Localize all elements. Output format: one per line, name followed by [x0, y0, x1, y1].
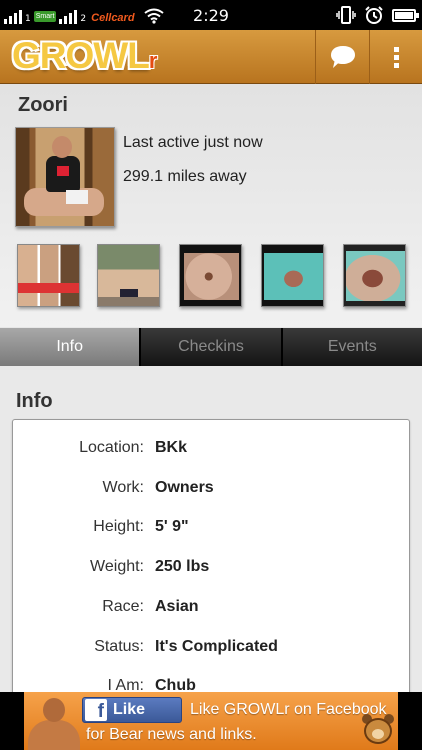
profile-avatar[interactable] — [15, 127, 115, 227]
app-bar: GROWLr — [0, 30, 422, 84]
like-label: Like — [113, 701, 146, 718]
photo-thumbnail[interactable] — [97, 244, 160, 307]
info-label: Status: — [94, 638, 144, 655]
alarm-icon — [365, 6, 383, 24]
ad-subline: for Bear news and links. — [86, 726, 257, 743]
vibrate-icon — [336, 6, 356, 24]
info-row-weight: Weight: 250 lbs — [13, 558, 411, 582]
tab-checkins[interactable]: Checkins — [141, 328, 283, 366]
growlr-logo: GROWLr — [12, 35, 158, 77]
logo-suffix: r — [148, 48, 158, 73]
overflow-menu-button[interactable] — [369, 30, 422, 84]
info-row-status: Status: It's Complicated — [13, 638, 411, 662]
info-label: Race: — [102, 598, 144, 615]
status-right — [336, 5, 419, 25]
photo-gallery — [17, 244, 409, 308]
overflow-menu-icon — [394, 46, 399, 68]
info-label: Work: — [102, 479, 144, 496]
photo-thumbnail[interactable] — [17, 244, 80, 307]
tab-info[interactable]: Info — [0, 328, 142, 366]
info-section: Info Location: BKk Work: Owners Height: … — [0, 366, 422, 709]
ad-mascot-photo — [26, 694, 82, 750]
facebook-ad-banner[interactable]: f Like Like GROWLr on Facebook for Bear … — [0, 692, 422, 750]
facebook-icon: f — [85, 699, 107, 721]
photo-thumbnail[interactable] — [343, 244, 406, 307]
ad-headline: Like GROWLr on Facebook — [190, 701, 387, 718]
info-value: It's Complicated — [155, 638, 278, 655]
ad-content[interactable]: f Like Like GROWLr on Facebook for Bear … — [24, 692, 398, 750]
chat-bubble-icon — [330, 46, 355, 68]
battery-fill — [395, 11, 413, 19]
tab-events[interactable]: Events — [282, 328, 422, 366]
info-card: Location: BKk Work: Owners Height: 5' 9"… — [12, 419, 410, 709]
distance-text: 299.1 miles away — [123, 168, 247, 185]
profile-name: Zoori — [18, 94, 68, 116]
info-value: 5' 9" — [155, 518, 189, 535]
info-label: Location: — [79, 439, 144, 456]
last-active-text: Last active just now — [123, 134, 263, 151]
status-bar: 1 Smart 2 Cellcard 2:29 — [0, 0, 422, 30]
battery-icon — [392, 8, 419, 22]
info-row-location: Location: BKk — [13, 439, 411, 463]
info-label: Height: — [93, 518, 144, 535]
facebook-like-button[interactable]: f Like — [82, 697, 182, 723]
profile-header: Zoori Last active just now 299.1 miles a… — [0, 84, 422, 327]
bear-icon — [362, 714, 394, 744]
logo-main: GROWL — [12, 35, 150, 76]
info-value: 250 lbs — [155, 558, 210, 575]
info-row-work: Work: Owners — [13, 479, 411, 503]
chat-button[interactable] — [315, 30, 369, 84]
info-value: Asian — [155, 598, 199, 615]
info-value: Owners — [155, 479, 214, 496]
info-label: Weight: — [90, 558, 144, 575]
info-value: BKk — [155, 439, 188, 456]
profile-tabs: Info Checkins Events — [0, 328, 422, 366]
photo-thumbnail[interactable] — [261, 244, 324, 307]
info-heading: Info — [16, 390, 53, 412]
info-row-height: Height: 5' 9" — [13, 518, 411, 542]
photo-thumbnail[interactable] — [179, 244, 242, 307]
info-row-race: Race: Asian — [13, 598, 411, 622]
